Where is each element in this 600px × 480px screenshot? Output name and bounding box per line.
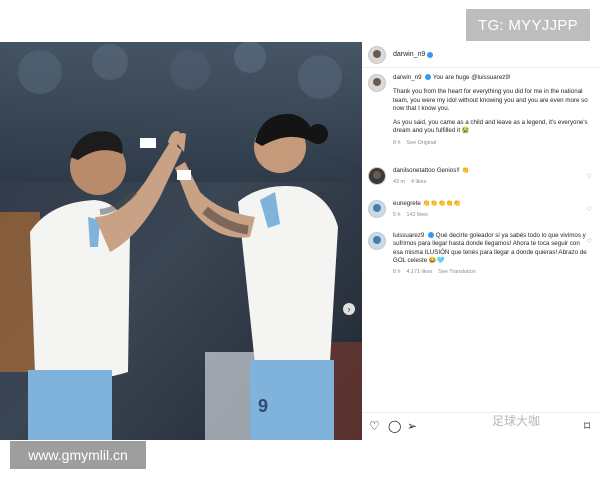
watermark-top: TG: MYYJJPP (466, 9, 590, 41)
comment-time: 8 h (393, 269, 401, 276)
verified-badge-icon (425, 74, 432, 81)
verified-badge-icon (427, 51, 434, 58)
post-username[interactable]: darwin_n9 (393, 51, 425, 58)
watermark-logo: 足球大咖 (492, 414, 541, 428)
heart-icon[interactable]: ♡ (369, 420, 380, 432)
caption: darwin_n9 You are huge @luissuarez9! Tha… (368, 74, 596, 147)
avatar[interactable] (368, 232, 386, 250)
comment-username[interactable]: danilsonetattoo (393, 167, 435, 174)
heart-icon[interactable]: ♡ (587, 238, 592, 245)
avatar[interactable] (368, 200, 386, 218)
comment-likes[interactable]: 4,171 likes (407, 269, 433, 275)
heart-icon[interactable]: ♡ (587, 206, 592, 213)
comment-text: 👏👏👏👏👏 (422, 200, 462, 207)
svg-text:9: 9 (258, 396, 268, 416)
comment-username[interactable]: luissuarez9 (393, 232, 424, 239)
watermark-bottom: www.gmymlil.cn (10, 441, 146, 469)
post-photo[interactable]: 9 › (0, 42, 362, 440)
avatar[interactable] (368, 167, 386, 185)
action-bar: ♡ ◯ ➢ ⌑ (362, 412, 600, 440)
verified-badge-icon (428, 232, 435, 239)
next-arrow-icon[interactable]: › (343, 303, 355, 315)
comment-time: 43 m (393, 179, 405, 186)
caption-mention: You are huge @luissuarez9! (432, 74, 511, 81)
comment-likes[interactable]: 142 likes (407, 212, 428, 218)
caption-username[interactable]: darwin_n9 (393, 74, 422, 81)
avatar[interactable] (368, 45, 386, 64)
comment-item: danilsonetattoo Genios!! 👏 43 m 4 likes ♡ (368, 167, 596, 187)
comment-username[interactable]: eunegrete (393, 200, 421, 207)
caption-time: 8 h (393, 139, 401, 146)
bookmark-icon[interactable]: ⌑ (584, 420, 590, 432)
comment-item: eunegrete 👏👏👏👏👏 5 h 142 likes ♡ (368, 200, 596, 220)
see-translation-link[interactable]: See Translation (438, 269, 475, 275)
avatar[interactable] (368, 74, 386, 92)
comment-time: 5 h (393, 212, 401, 219)
post-side-panel: darwin_n9 darwin_n9 You are huge @luissu… (362, 42, 600, 440)
heart-icon[interactable]: ♡ (587, 173, 592, 180)
comment-text: Genios!! 👏 (436, 167, 470, 174)
comment-icon[interactable]: ◯ (388, 420, 401, 432)
comment-item: luissuarez9 Qué decirte goleador si ya s… (368, 232, 596, 276)
share-icon[interactable]: ➢ (407, 420, 417, 432)
comment-likes[interactable]: 4 likes (411, 179, 426, 185)
see-original-link[interactable]: See Original (407, 140, 437, 146)
caption-paragraph-2: As you said, you came as a child and lea… (393, 119, 588, 135)
photo-illustration: 9 (0, 42, 362, 440)
instagram-post-screenshot: TG: MYYJJPP 9 › darwin_n9 darwin_n9 You … (0, 0, 600, 480)
caption-paragraph-1: Thank you from the heart for everything … (393, 88, 588, 112)
post-header: darwin_n9 (362, 42, 600, 68)
